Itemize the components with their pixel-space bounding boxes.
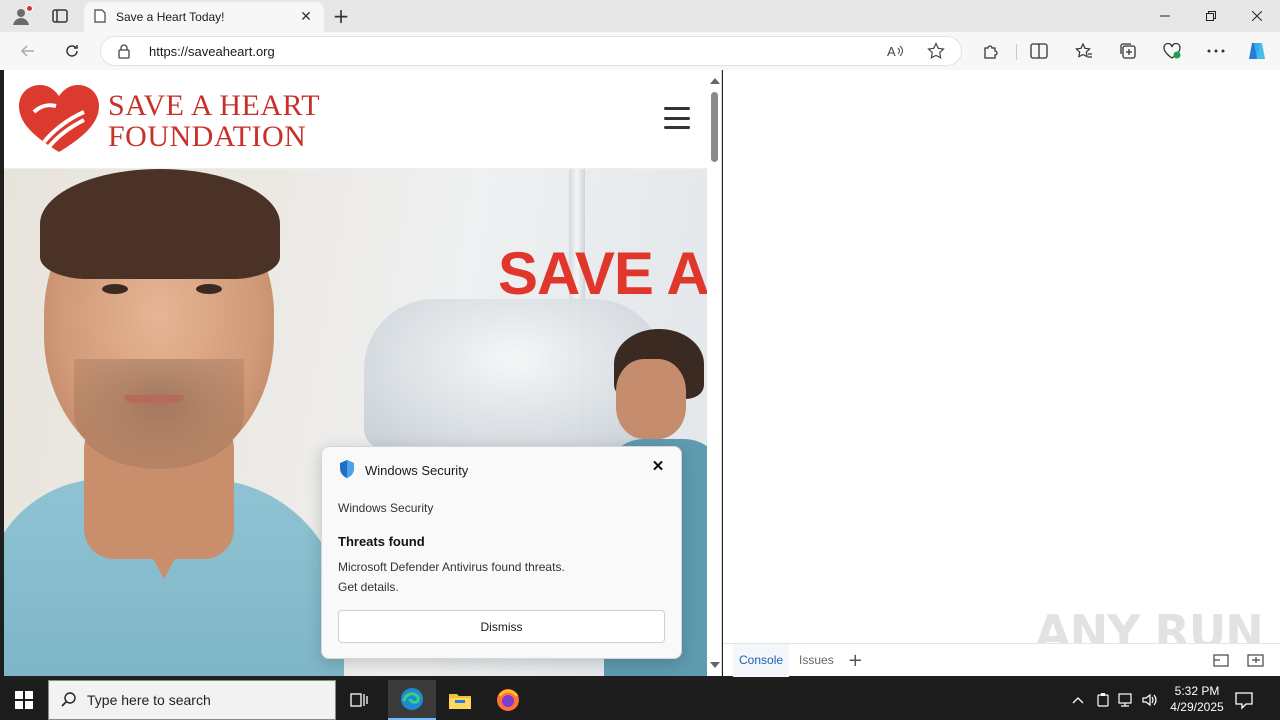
minimize-button[interactable] xyxy=(1142,0,1188,32)
dock-icon[interactable] xyxy=(1213,652,1231,668)
toast-app-name: Windows Security xyxy=(365,463,469,478)
logo-line-2: FOUNDATION xyxy=(108,120,307,153)
puzzle-icon[interactable] xyxy=(979,39,1003,63)
toast-body[interactable]: Microsoft Defender Antivirus found threa… xyxy=(338,557,658,597)
profile-icon[interactable] xyxy=(10,5,33,27)
notification-dot xyxy=(26,5,33,12)
toast-body-line-1: Microsoft Defender Antivirus found threa… xyxy=(338,560,565,574)
ellipsis-icon[interactable] xyxy=(1204,39,1228,63)
toolbar-separator xyxy=(1016,44,1017,60)
restore-button[interactable] xyxy=(1188,0,1234,32)
tab-actions-icon[interactable] xyxy=(48,6,72,26)
page-scrollbar[interactable] xyxy=(707,70,721,676)
clock-date: 4/29/2025 xyxy=(1170,700,1224,714)
taskbar-search-placeholder: Type here to search xyxy=(87,692,211,708)
toast-close-icon[interactable]: ✕ xyxy=(648,456,668,476)
tab-console[interactable]: Console xyxy=(733,643,790,677)
site-logo-text[interactable]: SAVE A HEART FOUNDATION xyxy=(108,90,320,152)
devtools-panel: ANY RUN Console Issues + xyxy=(723,70,1280,677)
url-text[interactable]: https://saveaheart.org xyxy=(149,44,275,59)
undock-icon[interactable] xyxy=(1247,652,1265,668)
add-tool-button[interactable]: + xyxy=(848,650,863,671)
site-header: SAVE A HEART FOUNDATION xyxy=(4,70,707,169)
toast-header: Windows Security xyxy=(338,459,468,482)
browser-tab-active[interactable]: Save a Heart Today! ✕ xyxy=(84,2,324,32)
tab-strip: Save a Heart Today! ✕ + xyxy=(0,0,1280,32)
read-aloud-icon[interactable]: A xyxy=(887,43,905,62)
address-bar[interactable]: https://saveaheart.org A xyxy=(100,36,962,66)
new-tab-button[interactable]: + xyxy=(330,4,352,28)
notification-center-icon[interactable] xyxy=(1234,690,1258,710)
task-view-icon[interactable] xyxy=(336,680,384,720)
volume-icon[interactable] xyxy=(1140,690,1160,710)
search-icon xyxy=(61,691,77,710)
edge-browser-icon[interactable] xyxy=(388,680,436,720)
file-explorer-icon[interactable] xyxy=(436,680,484,720)
close-window-button[interactable] xyxy=(1234,0,1280,32)
hero-headline: SAVE A xyxy=(498,240,707,307)
devtools-drawer-tabs: Console Issues + xyxy=(723,643,1280,677)
split-screen-icon[interactable] xyxy=(1027,39,1051,63)
favorites-icon[interactable] xyxy=(1072,39,1096,63)
scroll-down-arrow[interactable] xyxy=(710,662,720,668)
toast-body-line-2: Get details. xyxy=(338,580,399,594)
star-icon[interactable] xyxy=(927,42,945,63)
taskbar-search-box[interactable]: Type here to search xyxy=(48,680,336,720)
page-icon xyxy=(94,8,106,26)
tray-device-icon[interactable] xyxy=(1093,690,1113,710)
browser-toolbar: https://saveaheart.org A xyxy=(0,32,1280,70)
windows-security-toast: Windows Security ✕ Windows Security Thre… xyxy=(321,446,682,659)
taskbar-clock[interactable]: 5:32 PM 4/29/2025 xyxy=(1164,683,1230,715)
copilot-icon[interactable] xyxy=(1245,39,1269,63)
clock-time: 5:32 PM xyxy=(1174,684,1220,698)
tab-issues[interactable]: Issues xyxy=(793,644,840,677)
taskbar: Type here to search 5:32 PM 4/29/2025 xyxy=(0,680,1280,720)
refresh-icon[interactable] xyxy=(60,39,84,63)
toast-title: Threats found xyxy=(338,534,425,549)
lock-icon[interactable] xyxy=(117,43,131,62)
network-icon[interactable] xyxy=(1116,690,1136,710)
shield-icon xyxy=(338,459,356,482)
hamburger-menu-icon[interactable] xyxy=(664,107,690,129)
collections-icon[interactable] xyxy=(1116,39,1140,63)
tab-title: Save a Heart Today! xyxy=(116,10,225,24)
windows-start-icon[interactable] xyxy=(0,680,48,720)
scroll-up-arrow[interactable] xyxy=(710,78,720,84)
back-arrow-icon[interactable] xyxy=(16,39,40,63)
logo-line-1: SAVE A HEART xyxy=(108,89,321,122)
dismiss-button[interactable]: Dismiss xyxy=(338,610,665,643)
scroll-thumb[interactable] xyxy=(711,92,718,162)
svg-text:A: A xyxy=(887,44,896,59)
toast-attribution: Windows Security xyxy=(338,501,434,515)
close-tab-icon[interactable]: ✕ xyxy=(298,9,314,25)
heart-hands-logo-icon[interactable] xyxy=(16,82,102,159)
firefox-icon[interactable] xyxy=(484,680,532,720)
tray-chevron-icon[interactable] xyxy=(1068,690,1088,710)
heartbeat-icon[interactable] xyxy=(1160,39,1184,63)
